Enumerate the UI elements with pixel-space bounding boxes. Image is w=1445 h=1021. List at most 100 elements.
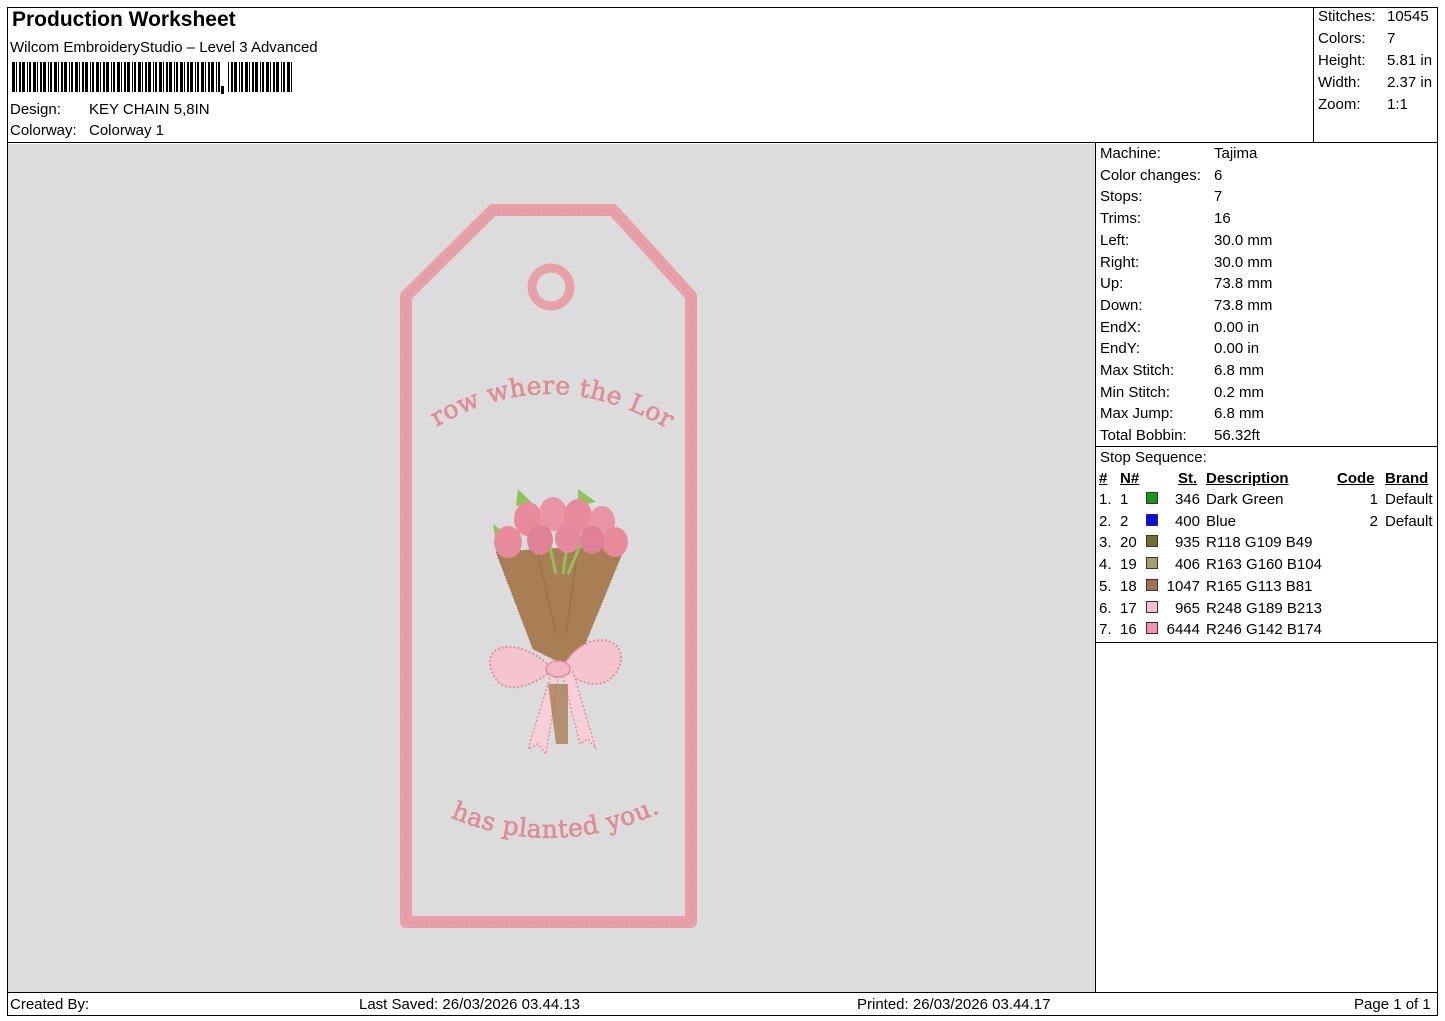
stop-description: Dark Green [1206, 491, 1284, 508]
stat-value: 10545 [1387, 8, 1429, 25]
info-value: 73.8 mm [1214, 275, 1273, 293]
stop-num: 1. [1099, 491, 1112, 508]
col-stitches: St. [1178, 470, 1198, 487]
stop-sequence-divider-top [1095, 446, 1438, 447]
worksheet-title: Production Worksheet [12, 8, 236, 31]
stop-needle: 20 [1120, 534, 1137, 552]
software-name: Wilcom EmbroideryStudio – Level 3 Advanc… [10, 39, 318, 56]
stop-needle: 17 [1120, 599, 1137, 617]
info-label: Machine: [1100, 145, 1161, 162]
stop-description: R118 G109 B49 [1206, 534, 1313, 552]
color-swatch [1146, 557, 1158, 570]
stat-label: Stitches: [1318, 8, 1376, 25]
stat-value: 7 [1387, 30, 1396, 47]
stop-stitches: 406 [1174, 556, 1200, 574]
stop-sequence-title: Stop Sequence: [1100, 449, 1207, 466]
info-value: 6.8 mm [1214, 362, 1265, 379]
info-label: Right: [1100, 253, 1140, 271]
stop-description: Blue [1206, 512, 1237, 530]
stat-value: 5.81 in [1387, 52, 1433, 69]
stop-description: R165 G113 B81 [1206, 577, 1313, 595]
info-value: 7 [1214, 188, 1223, 206]
stop-brand: Default [1385, 491, 1433, 508]
stop-num: 3. [1099, 534, 1112, 552]
col-needle: N# [1120, 470, 1140, 487]
arc-text-top: Grow where the Lord [8, 144, 679, 434]
colorway-label: Colorway: [10, 122, 77, 139]
stop-needle: 16 [1120, 621, 1137, 639]
stop-needle: 18 [1120, 577, 1137, 595]
stat-value: 2.37 in [1387, 74, 1433, 91]
info-label: Color changes: [1100, 166, 1201, 184]
stop-needle: 19 [1120, 556, 1137, 574]
footer-printed: Printed: 26/03/2026 03.44.17 [857, 996, 1051, 1013]
stop-num: 2. [1099, 512, 1112, 530]
info-value: 0.00 in [1214, 340, 1260, 358]
info-value: 0.2 mm [1214, 383, 1265, 401]
stop-num: 7. [1099, 621, 1112, 639]
stop-description: R246 G142 B174 [1206, 621, 1322, 639]
stop-stitches: 1047 [1166, 577, 1200, 595]
stop-stitches: 400 [1174, 512, 1200, 530]
info-value: 6.8 mm [1214, 405, 1265, 423]
info-label: Left: [1100, 231, 1130, 249]
info-label: Down: [1100, 296, 1143, 314]
col-code: Code [1337, 470, 1375, 487]
stop-code: 1 [1369, 491, 1378, 508]
footer-divider [7, 992, 1438, 993]
footer-page: Page 1 of 1 [1354, 996, 1431, 1013]
barcode [12, 62, 292, 94]
color-swatch [1146, 622, 1158, 635]
info-label: Up: [1100, 275, 1124, 293]
info-value: 73.8 mm [1214, 296, 1273, 314]
stop-description: R163 G160 B104 [1206, 556, 1322, 574]
stop-stitches: 965 [1174, 599, 1200, 617]
info-label: EndX: [1100, 318, 1141, 336]
stop-needle: 2 [1120, 512, 1129, 530]
stop-needle: 1 [1120, 491, 1129, 508]
stop-stitches: 6444 [1166, 621, 1200, 639]
info-label: Stops: [1100, 188, 1143, 206]
col-description: Description [1206, 470, 1289, 487]
info-label: EndY: [1100, 340, 1141, 358]
info-value: 30.0 mm [1214, 231, 1273, 249]
col-brand: Brand [1385, 470, 1429, 487]
color-swatch [1146, 492, 1158, 504]
design-value: KEY CHAIN 5,8IN [89, 101, 210, 118]
arc-text-bottom: has planted you. [448, 791, 663, 843]
col-num: # [1099, 470, 1108, 487]
footer-created-by: Created By: [10, 996, 90, 1013]
stop-description: R248 G189 B213 [1206, 599, 1322, 617]
stat-value: 1:1 [1387, 96, 1408, 113]
info-value: 56.32ft [1214, 427, 1260, 445]
keychain-design: Grow where the Lord has planted you. [0, 121, 697, 928]
tulip-bouquet [488, 489, 628, 756]
stats-divider [1313, 7, 1314, 143]
stop-stitches: 935 [1174, 534, 1200, 552]
stop-brand: Default [1385, 512, 1433, 530]
stat-label: Zoom: [1318, 96, 1361, 113]
stop-sequence-divider-bottom [1095, 642, 1438, 643]
color-swatch [1146, 513, 1158, 526]
info-value: 6 [1214, 166, 1223, 184]
info-value: 0.00 in [1214, 318, 1260, 336]
stat-label: Height: [1318, 52, 1366, 69]
stop-num: 6. [1099, 599, 1112, 617]
info-label: Max Stitch: [1100, 362, 1175, 379]
keyring-hole [527, 263, 575, 311]
stat-label: Colors: [1318, 30, 1366, 47]
design-preview-canvas: Grow where the Lord has planted you. [0, 121, 1095, 992]
color-swatch [1146, 535, 1158, 548]
stop-stitches: 346 [1174, 491, 1200, 508]
right-panel-divider [1095, 143, 1096, 992]
color-swatch [1146, 578, 1158, 591]
stop-num: 4. [1099, 556, 1112, 574]
footer-last-saved: Last Saved: 26/03/2026 03.44.13 [359, 996, 581, 1013]
header-divider [7, 142, 1438, 143]
info-label: Total Bobbin: [1100, 427, 1187, 445]
stop-code: 2 [1369, 512, 1378, 530]
info-label: Trims: [1100, 210, 1142, 228]
color-swatch [1146, 600, 1158, 613]
info-value: Tajima [1214, 145, 1258, 162]
stat-label: Width: [1318, 74, 1361, 91]
